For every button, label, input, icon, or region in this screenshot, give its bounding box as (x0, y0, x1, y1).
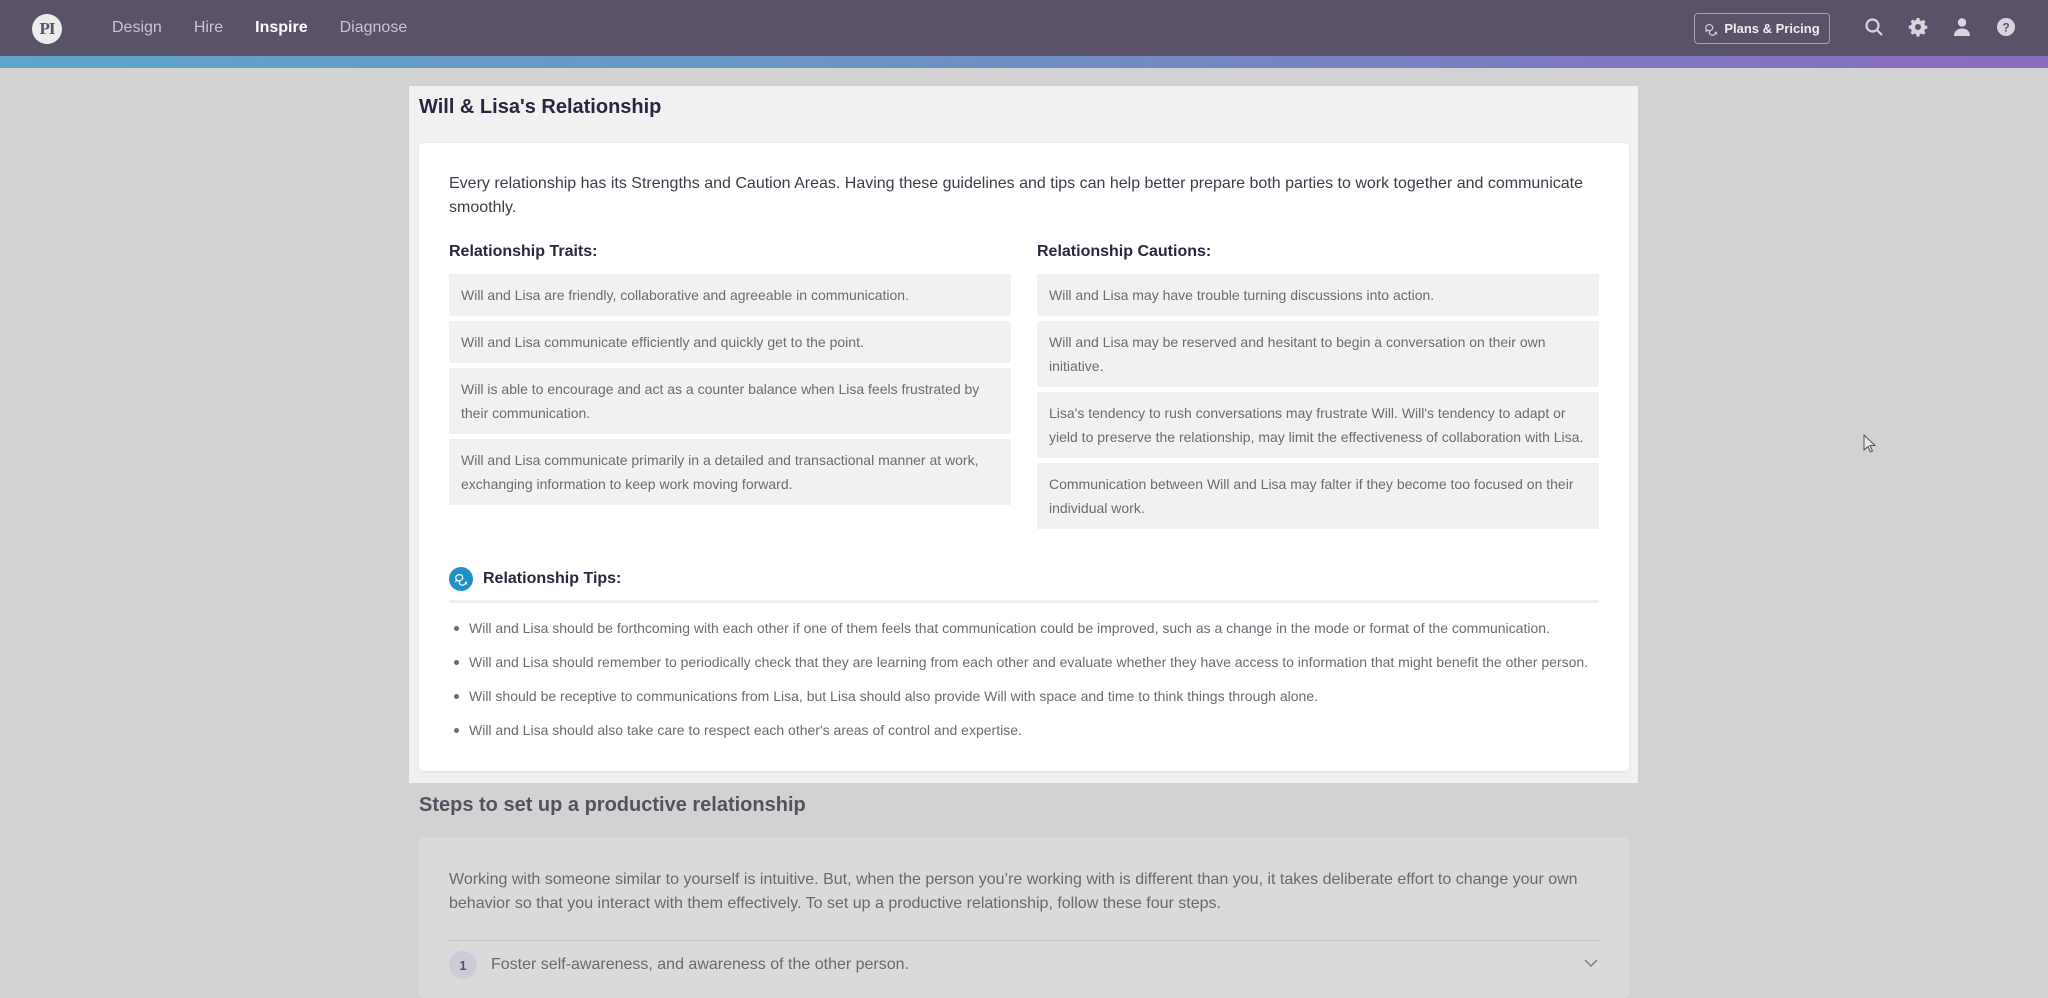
svg-text:?: ? (2002, 21, 2009, 35)
steps-section-title: Steps to set up a productive relationshi… (419, 794, 806, 816)
trait-item: Will and Lisa communicate primarily in a… (449, 439, 1011, 505)
tip-item: Will and Lisa should be forthcoming with… (449, 611, 1609, 645)
help-icon[interactable]: ? (1994, 15, 2018, 39)
trait-item: Will and Lisa communicate efficiently an… (449, 321, 1011, 363)
relationship-panel: Will & Lisa's Relationship Every relatio… (409, 86, 1638, 783)
nav-link-inspire[interactable]: Inspire (255, 19, 307, 37)
search-icon[interactable] (1862, 15, 1886, 39)
relationship-card: Every relationship has its Strengths and… (419, 143, 1629, 771)
step-accordion-1[interactable]: 1 Foster self-awareness, and awareness o… (449, 950, 1599, 980)
steps-card: Working with someone similar to yourself… (419, 838, 1629, 998)
step-number-badge: 1 (449, 951, 477, 979)
plans-pricing-button[interactable]: Plans & Pricing (1694, 13, 1830, 44)
top-nav-bar: PI Design Hire Inspire Diagnose Plans & … (0, 0, 2048, 56)
caution-item: Will and Lisa may be reserved and hesita… (1037, 321, 1599, 387)
mouse-pointer-icon (1863, 434, 1877, 453)
nav-link-hire[interactable]: Hire (194, 19, 223, 37)
tip-item: Will and Lisa should remember to periodi… (449, 645, 1609, 679)
traits-column: Relationship Traits: Will and Lisa are f… (449, 243, 1011, 510)
tips-list: Will and Lisa should be forthcoming with… (449, 611, 1609, 747)
relationship-intro: Every relationship has its Strengths and… (449, 175, 1583, 216)
divider (449, 940, 1599, 941)
trait-item: Will and Lisa are friendly, collaborativ… (449, 274, 1011, 316)
gear-icon[interactable] (1906, 15, 1930, 39)
traits-heading: Relationship Traits: (449, 243, 598, 260)
tips-heading: Relationship Tips: (483, 570, 622, 587)
tip-item: Will and Lisa should also take care to r… (449, 713, 1609, 747)
primary-nav: Design Hire Inspire Diagnose (112, 0, 439, 56)
pi-logo[interactable]: PI (32, 14, 62, 44)
accent-gradient-strip (0, 56, 2048, 68)
cautions-column: Relationship Cautions: Will and Lisa may… (1037, 243, 1599, 534)
steps-intro: Working with someone similar to yourself… (449, 871, 1578, 912)
plans-pricing-label: Plans & Pricing (1724, 21, 1820, 36)
trait-item: Will is able to encourage and act as a c… (449, 368, 1011, 434)
caution-item: Communication between Will and Lisa may … (1037, 463, 1599, 529)
nav-link-diagnose[interactable]: Diagnose (340, 19, 408, 37)
nav-link-design[interactable]: Design (112, 19, 162, 37)
chevron-down-icon[interactable] (1583, 955, 1599, 976)
step-label: Foster self-awareness, and awareness of … (491, 956, 909, 973)
cautions-heading: Relationship Cautions: (1037, 243, 1212, 260)
tip-item: Will should be receptive to communicatio… (449, 679, 1609, 713)
caution-item: Lisa's tendency to rush conversations ma… (1037, 392, 1599, 458)
chat-bubbles-icon (1705, 23, 1718, 36)
user-icon[interactable] (1950, 15, 1974, 39)
page-title: Will & Lisa's Relationship (419, 96, 662, 118)
caution-item: Will and Lisa may have trouble turning d… (1037, 274, 1599, 316)
tips-header: Relationship Tips: (449, 567, 1599, 603)
chat-bubbles-icon (449, 567, 473, 591)
